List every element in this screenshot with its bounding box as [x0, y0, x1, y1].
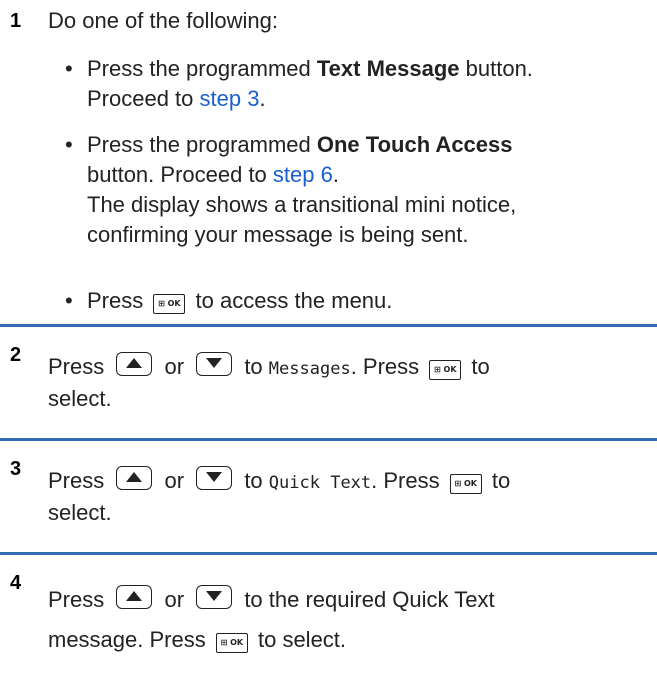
text: Press [48, 468, 105, 493]
text: Press the programmed [87, 56, 317, 81]
text: to [491, 468, 511, 493]
up-arrow-icon [116, 466, 153, 490]
step-intro: Do one of the following: [48, 8, 278, 33]
up-arrow-icon [116, 352, 153, 376]
text: to select. [257, 627, 347, 652]
text: select. [48, 386, 112, 411]
down-arrow-icon [196, 585, 233, 609]
menu-ok-icon: ⊞ OK [429, 360, 462, 380]
period: . [332, 162, 339, 187]
divider [0, 552, 657, 555]
text: button. Proceed to [87, 162, 273, 187]
menu-ok-icon: ⊞ OK [215, 633, 248, 653]
text: to [471, 354, 490, 379]
down-arrow-icon [196, 466, 233, 490]
text: Press the programmed [87, 132, 317, 157]
up-arrow-icon [116, 585, 153, 609]
one-touch-access-button-name: One Touch Access [316, 132, 513, 157]
step-3-link[interactable]: step 3 [200, 86, 260, 111]
text: to [244, 468, 263, 493]
text: . Press [350, 354, 420, 379]
divider [0, 324, 657, 327]
text: Press [87, 288, 144, 313]
bullet-dot: • [65, 288, 73, 313]
text: button. [459, 56, 533, 81]
text: message. Press [48, 627, 206, 652]
step-number: 1 [10, 10, 22, 32]
period: . [259, 86, 266, 111]
text: to [244, 354, 263, 379]
notice-text: The display shows a transitional mini no… [87, 192, 517, 217]
menu-item-quick-text: Quick Text [268, 473, 372, 493]
text: select. [48, 500, 112, 525]
text: or [164, 354, 185, 379]
divider [0, 438, 657, 441]
down-arrow-icon [196, 352, 233, 376]
bullet-dot: • [65, 56, 73, 81]
menu-ok-icon: ⊞ OK [449, 474, 482, 494]
text: or [164, 468, 185, 493]
notice-text: confirming your message is being sent. [87, 222, 469, 247]
step-number: 3 [10, 458, 22, 480]
text: . Press [371, 468, 440, 493]
text: to the required Quick Text [244, 587, 495, 612]
text: Proceed to [87, 86, 200, 111]
menu-item-messages: Messages [268, 359, 351, 379]
text: to access the menu. [195, 288, 393, 313]
text: Press [48, 354, 105, 379]
menu-ok-icon: ⊞ OK [153, 294, 186, 314]
text-message-button-name: Text Message [316, 56, 460, 81]
step-number: 2 [10, 344, 22, 366]
step-6-link[interactable]: step 6 [273, 162, 333, 187]
text: or [164, 587, 185, 612]
step-number: 4 [10, 572, 22, 594]
bullet-dot: • [65, 132, 73, 157]
text: Press [48, 587, 105, 612]
